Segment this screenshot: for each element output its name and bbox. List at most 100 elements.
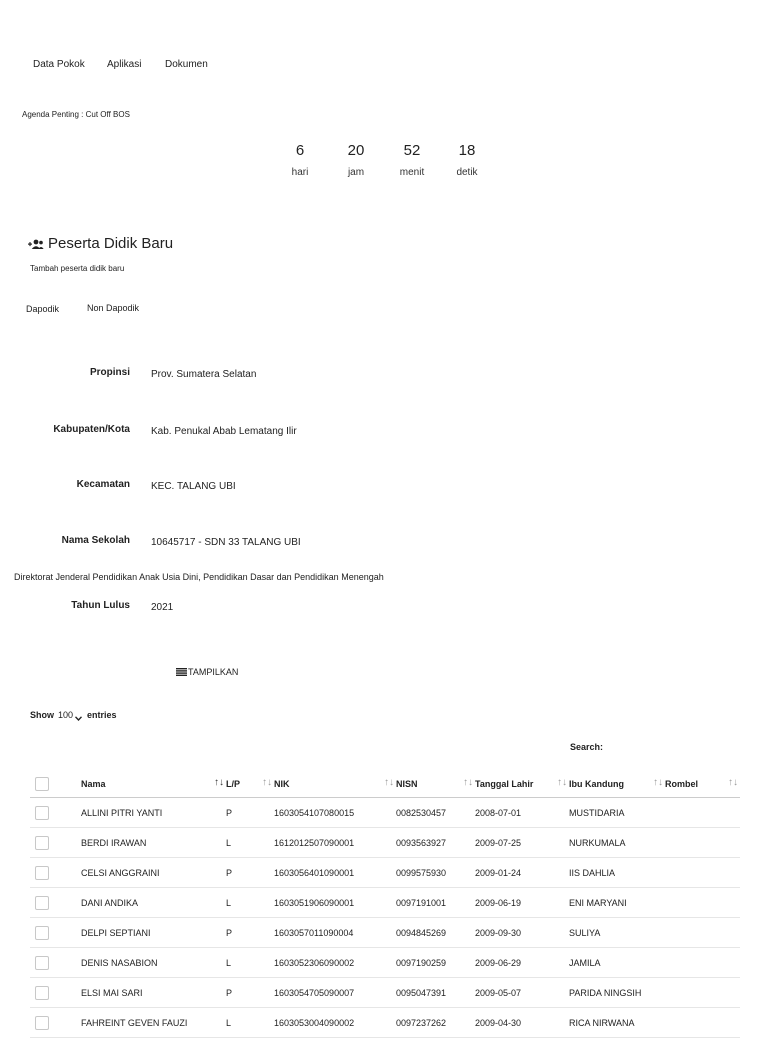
table-header-row: Nama ↑↓ L/P ↑↓ NIK ↑↓ NISN ↑↓ Tanggal Lahir ↑… <box>30 771 740 798</box>
cell-nama: DENIS NASABION <box>81 947 226 978</box>
row-select-cell <box>30 977 81 1008</box>
row-checkbox[interactable] <box>35 1015 49 1030</box>
cell-nik: 1612012507090001 <box>274 827 396 858</box>
directorate-text: Direktorat Jenderal Pendidikan Anak Usia… <box>14 572 384 582</box>
cell-rombel <box>665 917 740 948</box>
cell-nik: 1603054705090007 <box>274 977 396 1008</box>
row-select-cell <box>30 947 81 978</box>
entries-select[interactable]: 100 <box>58 710 83 721</box>
propinsi-label: Propinsi <box>89 367 130 378</box>
countdown-seconds-label: detik <box>456 167 478 178</box>
cell-tanggal-lahir: 2009-09-30 <box>475 917 569 948</box>
entries-label: entries <box>87 710 117 720</box>
cell-lp: P <box>226 917 274 948</box>
kecamatan-label: Kecamatan <box>76 479 130 490</box>
kecamatan-select[interactable]: KEC. TALANG UBI <box>151 481 236 492</box>
cell-ibu-kandung: RICA NIRWANA <box>569 1007 665 1038</box>
col-header-ibu-kandung[interactable]: Ibu Kandung ↑↓ <box>569 771 665 798</box>
cell-nisn: 0097237262 <box>396 1007 475 1038</box>
list-icon <box>176 668 187 676</box>
cell-rombel <box>665 977 740 1008</box>
row-checkbox[interactable] <box>35 925 49 940</box>
table-row: ELSI MAI SARI P 1603054705090007 0095047… <box>30 977 740 1008</box>
cell-tanggal-lahir: 2009-06-19 <box>475 887 569 918</box>
cell-nama: DANI ANDIKA <box>81 887 226 918</box>
cell-ibu-kandung: PARIDA NINGSIH <box>569 977 665 1008</box>
col-header-rombel[interactable]: Rombel ↑↓ <box>665 771 740 798</box>
cell-ibu-kandung: SULIYA <box>569 917 665 948</box>
cell-rombel <box>665 1007 740 1038</box>
cell-nik: 1603057011090004 <box>274 917 396 948</box>
col-header-nik[interactable]: NIK ↑↓ <box>274 771 396 798</box>
row-checkbox[interactable] <box>35 865 49 880</box>
cell-nik: 1603056401090001 <box>274 857 396 888</box>
row-select-cell <box>30 1007 81 1038</box>
sort-icon: ↑↓ <box>384 777 394 788</box>
cell-tanggal-lahir: 2009-05-07 <box>475 977 569 1008</box>
cell-tanggal-lahir: 2009-04-30 <box>475 1007 569 1038</box>
cell-rombel <box>665 797 740 828</box>
cell-nama: ELSI MAI SARI <box>81 977 226 1008</box>
cell-tanggal-lahir: 2009-06-29 <box>475 947 569 978</box>
tahun-lulus-select[interactable]: 2021 <box>151 602 173 613</box>
cell-lp: L <box>226 887 274 918</box>
cell-nik: 1603052306090002 <box>274 947 396 978</box>
section-title: Peserta Didik Baru <box>48 235 174 252</box>
countdown-seconds: 18 <box>458 142 476 159</box>
nav-dokumen[interactable]: Dokumen <box>165 59 208 70</box>
cell-ibu-kandung: JAMILA <box>569 947 665 978</box>
row-checkbox[interactable] <box>35 805 49 820</box>
propinsi-select[interactable]: Prov. Sumatera Selatan <box>151 369 256 380</box>
cell-rombel <box>665 947 740 978</box>
table-row: FAHREINT GEVEN FAUZI L 1603053004090002 … <box>30 1007 740 1038</box>
cell-nama: DELPI SEPTIANI <box>81 917 226 948</box>
cell-rombel <box>665 827 740 858</box>
table-row: DANI ANDIKA L 1603051906090001 009719100… <box>30 887 740 918</box>
cell-rombel <box>665 857 740 888</box>
col-header-tanggal-lahir[interactable]: Tanggal Lahir ↑↓ <box>475 771 569 798</box>
tahun-lulus-label: Tahun Lulus <box>71 600 130 611</box>
cell-ibu-kandung: IIS DAHLIA <box>569 857 665 888</box>
entries-value: 100 <box>58 710 74 720</box>
cell-rombel <box>665 887 740 918</box>
students-table: Nama ↑↓ L/P ↑↓ NIK ↑↓ NISN ↑↓ Tanggal Lahir ↑… <box>30 771 740 1038</box>
row-select-cell <box>30 917 81 948</box>
row-checkbox[interactable] <box>35 835 49 850</box>
table-body: ALLINI PITRI YANTI P 1603054107080015 00… <box>30 797 740 1038</box>
sort-icon: ↑↓ <box>463 777 473 788</box>
cell-lp: L <box>226 1007 274 1038</box>
cell-tanggal-lahir: 2008-07-01 <box>475 797 569 828</box>
col-header-label: Ibu Kandung <box>569 779 624 789</box>
sekolah-label: Nama Sekolah <box>61 535 130 546</box>
section-subtitle: Tambah peserta didik baru <box>30 264 125 273</box>
col-header-label: Rombel <box>665 779 699 789</box>
search-label: Search: <box>570 742 604 752</box>
row-select-cell <box>30 857 81 888</box>
col-header-label: Tanggal Lahir <box>475 779 534 789</box>
countdown-hours: 20 <box>347 142 365 159</box>
cell-nisn: 0094845269 <box>396 917 475 948</box>
sekolah-select[interactable]: 10645717 - SDN 33 TALANG UBI <box>151 537 301 548</box>
tab-dapodik[interactable]: Dapodik <box>26 304 59 314</box>
col-header-lp[interactable]: L/P ↑↓ <box>226 771 274 798</box>
tampilkan-button[interactable]: TAMPILKAN <box>176 667 238 677</box>
col-header-label: L/P <box>226 779 241 789</box>
countdown-hours-label: jam <box>347 167 365 178</box>
select-all-checkbox[interactable] <box>35 777 49 791</box>
cell-nik: 1603051906090001 <box>274 887 396 918</box>
table-row: ALLINI PITRI YANTI P 1603054107080015 00… <box>30 797 740 828</box>
row-checkbox[interactable] <box>35 895 49 910</box>
kabupaten-select[interactable]: Kab. Penukal Abab Lematang Ilir <box>151 426 297 437</box>
cell-nama: FAHREINT GEVEN FAUZI <box>81 1007 226 1038</box>
table-row: BERDI IRAWAN L 1612012507090001 00935639… <box>30 827 740 858</box>
row-checkbox[interactable] <box>35 955 49 970</box>
col-header-label: NIK <box>274 779 290 789</box>
row-select-cell <box>30 887 81 918</box>
row-checkbox[interactable] <box>35 985 49 1000</box>
col-header-nama[interactable]: Nama ↑↓ <box>81 771 226 798</box>
cell-nama: ALLINI PITRI YANTI <box>81 797 226 828</box>
nav-data-pokok[interactable]: Data Pokok <box>33 59 85 70</box>
nav-aplikasi[interactable]: Aplikasi <box>107 59 141 70</box>
tab-non-dapodik[interactable]: Non Dapodik <box>87 303 139 313</box>
col-header-nisn[interactable]: NISN ↑↓ <box>396 771 475 798</box>
